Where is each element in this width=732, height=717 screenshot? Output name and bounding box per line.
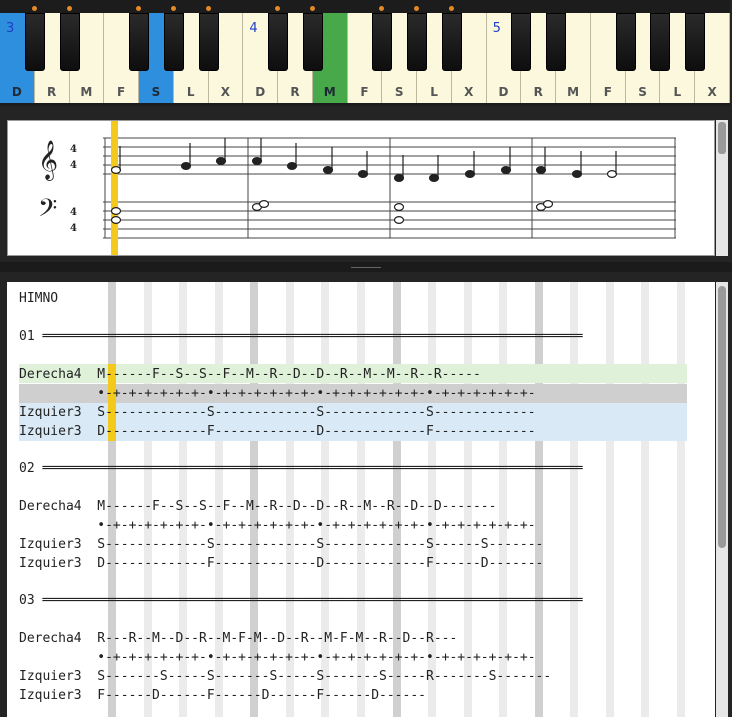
piano-key-black[interactable]: [268, 13, 289, 71]
piano-key-black[interactable]: [407, 13, 428, 71]
tab-text-view[interactable]: HIMNO 01 ═══════════════════════════════…: [7, 282, 715, 717]
bass-clef-icon: 𝄢: [38, 194, 57, 229]
tab-line-left[interactable]: Izquier3 S-------------S-------------S--…: [19, 403, 536, 422]
key-marker-dot: [309, 6, 315, 11]
key-label: X: [464, 85, 474, 99]
beat-guide: [606, 282, 614, 717]
bass-time-bottom: 4: [70, 223, 77, 234]
tab-line-right[interactable]: Derecha4 R---R--M--D--R--M-F-M--D--R--M-…: [19, 629, 457, 648]
key-marker-dot: [414, 6, 420, 11]
piano-key-black[interactable]: [198, 13, 219, 71]
treble-time-top: 4: [70, 144, 77, 155]
key-label: D: [498, 85, 509, 99]
key-label: F: [360, 85, 369, 99]
piano-key-black[interactable]: [129, 13, 150, 71]
tab-line-left[interactable]: Izquier3 D-------------F-------------D--…: [19, 554, 543, 573]
piano-key-black[interactable]: [615, 13, 636, 71]
sheet-music-view[interactable]: 𝄞 𝄢 4 4 4 4: [7, 120, 715, 256]
tab-line-right[interactable]: Derecha4 M------F--S--S--F--M--R--D--D--…: [19, 365, 481, 384]
text-scrollbar-thumb[interactable]: [718, 286, 726, 548]
octave-number: 3: [6, 21, 15, 36]
key-marker-dot: [379, 6, 385, 11]
tab-line-left[interactable]: Izquier3 D-------------F-------------D--…: [19, 422, 536, 441]
piano-key-black[interactable]: [441, 13, 462, 71]
key-label: M: [567, 85, 580, 99]
beat-guide: [535, 282, 543, 717]
key-label: L: [673, 85, 682, 99]
beat-guide: [677, 282, 685, 717]
key-label: X: [707, 85, 717, 99]
piano-key-black[interactable]: [546, 13, 567, 71]
key-label: S: [394, 85, 404, 99]
beat-guide: [641, 282, 649, 717]
bass-time-top: 4: [70, 207, 77, 218]
octave-number: 5: [492, 21, 501, 36]
key-label: X: [220, 85, 231, 99]
song-title: HIMNO: [19, 291, 59, 306]
piano-key-black[interactable]: [302, 13, 323, 71]
piano-key-black[interactable]: [59, 13, 80, 71]
key-label: R: [47, 85, 57, 99]
piano-key-black[interactable]: [685, 13, 706, 71]
tab-line-left[interactable]: Izquier3 S-------------S-------------S--…: [19, 535, 543, 554]
piano-key-black[interactable]: [24, 13, 45, 71]
section-header: 02 ═════════════════════════════════════…: [19, 461, 583, 476]
piano-key-black[interactable]: [372, 13, 393, 71]
splitter-grip[interactable]: [351, 267, 381, 268]
key-label: R: [533, 85, 543, 99]
key-label: L: [430, 85, 438, 99]
section-header: 01 ═════════════════════════════════════…: [19, 329, 583, 344]
pane-splitter[interactable]: [0, 262, 732, 272]
staff-svg: 𝄞 𝄢 4 4 4 4: [38, 121, 676, 255]
tab-line-beats[interactable]: •-+-+-+-+-+-+-•-+-+-+-+-+-+-•-+-+-+-+-+-…: [19, 516, 535, 535]
text-scrollbar[interactable]: [716, 282, 728, 717]
octave-number: 4: [249, 21, 258, 36]
key-label: M: [323, 85, 336, 99]
playback-cursor: [111, 121, 118, 255]
score-scrollbar-thumb[interactable]: [718, 122, 726, 154]
score-scrollbar[interactable]: [716, 120, 728, 256]
key-label: F: [117, 85, 126, 99]
tab-line-right[interactable]: Derecha4 M------F--S--S--F--M--R--D--D--…: [19, 497, 496, 516]
key-label: R: [290, 85, 300, 99]
key-label: D: [255, 85, 266, 99]
key-marker-dot: [275, 6, 281, 11]
key-label: D: [11, 85, 22, 99]
key-label: M: [80, 85, 93, 99]
key-marker-dot: [31, 6, 37, 11]
tab-line-beats[interactable]: •-+-+-+-+-+-+-•-+-+-+-+-+-+-•-+-+-+-+-+-…: [19, 384, 535, 403]
piano-key-black[interactable]: [511, 13, 532, 71]
piano-key-black[interactable]: [650, 13, 671, 71]
tab-line-beats[interactable]: •-+-+-+-+-+-+-•-+-+-+-+-+-+-•-+-+-+-+-+-…: [19, 648, 535, 667]
piano-keyboard: 3 D R M F S L X 4 D R M F S L X 5 D R M F S L X: [0, 0, 730, 106]
key-marker-dot: [66, 6, 72, 11]
tab-line-left[interactable]: Izquier3 F------D------F------D------F--…: [19, 686, 426, 705]
key-label: L: [186, 85, 195, 99]
key-marker-dot: [448, 6, 454, 11]
key-marker-dot: [205, 6, 211, 11]
treble-time-bottom: 4: [70, 160, 77, 171]
tab-line-left[interactable]: Izquier3 S-------S-----S-------S-----S--…: [19, 667, 551, 686]
key-label: F: [603, 85, 612, 99]
key-marker-dot: [136, 6, 142, 11]
treble-clef-icon: 𝄞: [38, 140, 58, 181]
key-label: S: [638, 85, 647, 99]
key-label: S: [151, 85, 161, 99]
key-marker-dot: [170, 6, 176, 11]
section-header: 03 ═════════════════════════════════════…: [19, 593, 583, 608]
beat-guide: [570, 282, 578, 717]
piano-key-black[interactable]: [163, 13, 184, 71]
